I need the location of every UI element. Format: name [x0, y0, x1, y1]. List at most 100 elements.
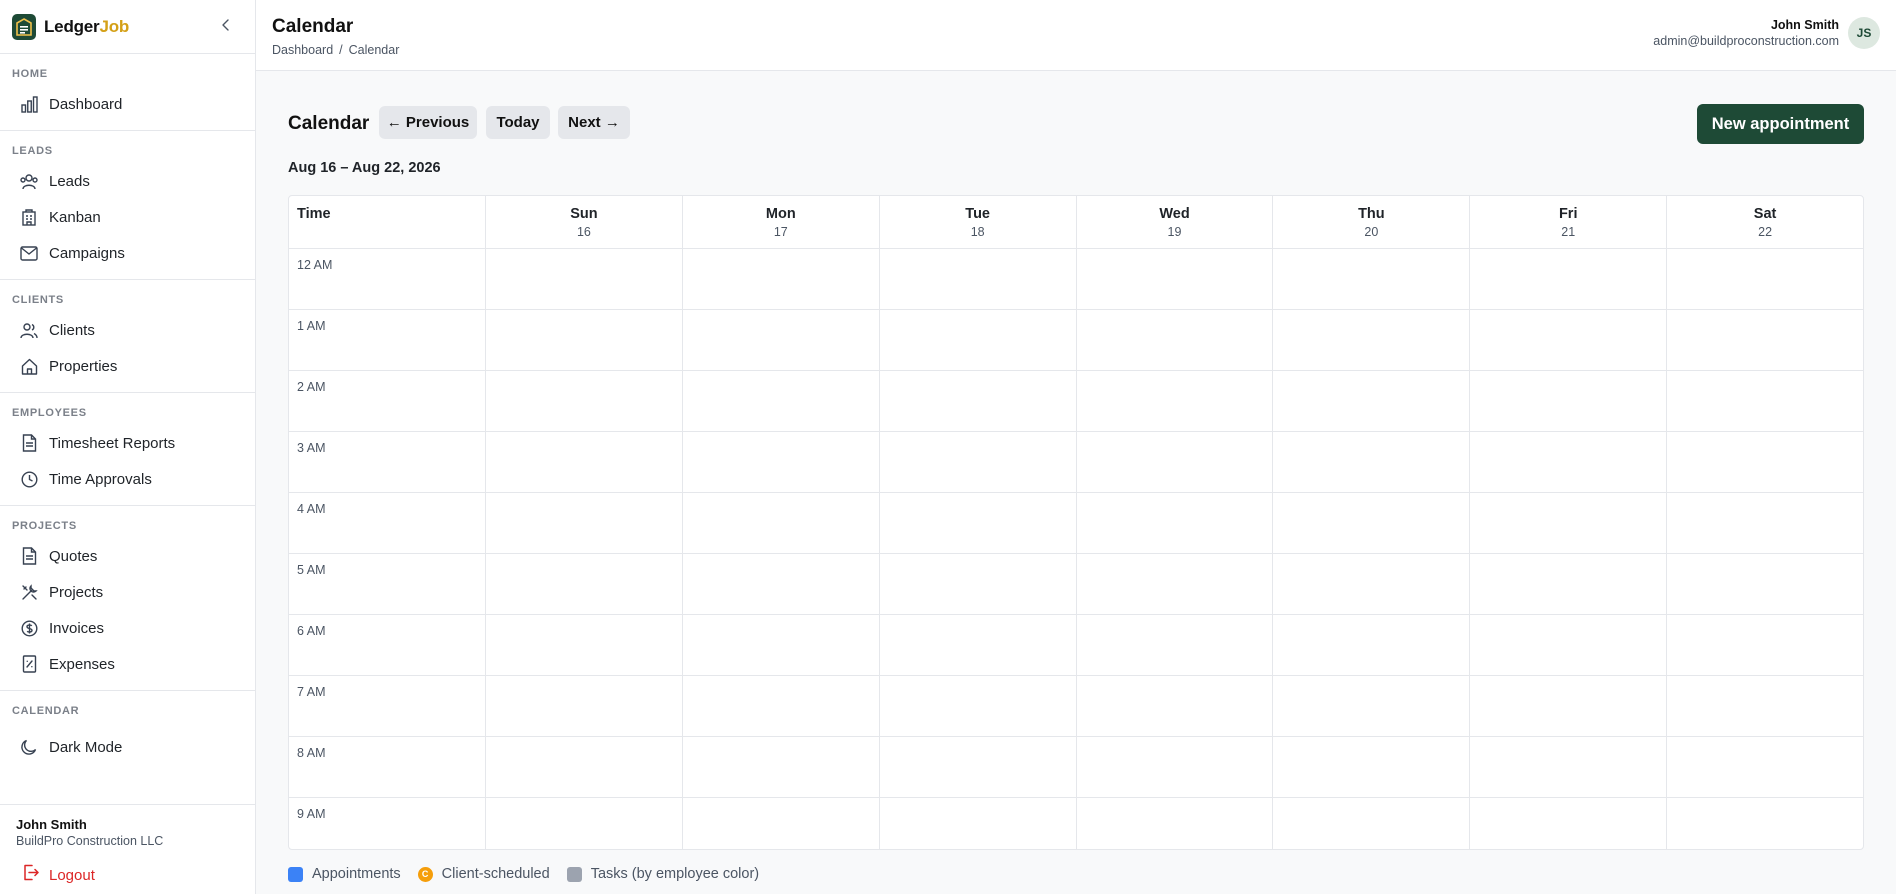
receipt-icon: [20, 655, 38, 673]
time-slot-cell[interactable]: [1273, 798, 1471, 849]
time-slot-cell[interactable]: [1273, 737, 1471, 797]
time-slot-cell[interactable]: [1470, 615, 1668, 675]
time-slot-cell[interactable]: [683, 737, 880, 797]
time-slot-cell[interactable]: [1470, 432, 1668, 492]
time-slot-cell[interactable]: [486, 249, 683, 309]
time-slot-cell[interactable]: [1273, 615, 1471, 675]
time-slot-cell[interactable]: [486, 737, 683, 797]
time-slot-cell[interactable]: [1667, 310, 1863, 370]
time-slot-cell[interactable]: [1667, 493, 1863, 553]
time-slot-cell[interactable]: [486, 798, 683, 849]
brand-header: LedgerJob: [0, 0, 255, 54]
time-slot-cell[interactable]: [1667, 554, 1863, 614]
user-menu[interactable]: John Smith admin@buildproconstruction.co…: [1653, 17, 1880, 49]
time-slot-cell[interactable]: [1077, 737, 1274, 797]
time-slot-cell[interactable]: [683, 493, 880, 553]
time-slot-cell[interactable]: [1077, 371, 1274, 431]
time-slot-cell[interactable]: [683, 615, 880, 675]
time-slot-cell[interactable]: [1273, 310, 1471, 370]
time-slot-cell[interactable]: [486, 310, 683, 370]
time-slot-cell[interactable]: [486, 432, 683, 492]
time-slot-cell[interactable]: [880, 676, 1077, 736]
time-slot-cell[interactable]: [1667, 615, 1863, 675]
time-slot-cell[interactable]: [1273, 371, 1471, 431]
time-slot-cell[interactable]: [880, 615, 1077, 675]
time-slot-cell[interactable]: [1667, 371, 1863, 431]
time-slot-cell[interactable]: [880, 371, 1077, 431]
sidebar-item-invoices[interactable]: Invoices: [0, 610, 255, 646]
time-slot-cell[interactable]: [683, 249, 880, 309]
time-slot-cell[interactable]: [1077, 432, 1274, 492]
time-slot-cell[interactable]: [1077, 493, 1274, 553]
time-slot-cell[interactable]: [683, 554, 880, 614]
time-slot-cell[interactable]: [683, 310, 880, 370]
sidebar-item-leads[interactable]: Leads: [0, 163, 255, 199]
new-appointment-button[interactable]: New appointment: [1697, 104, 1864, 144]
time-slot-cell[interactable]: [880, 249, 1077, 309]
time-slot-cell[interactable]: [1077, 615, 1274, 675]
sidebar-item-label: Quotes: [49, 547, 98, 565]
logout-button[interactable]: Logout: [16, 862, 239, 888]
sidebar-item-projects[interactable]: Projects: [0, 574, 255, 610]
sidebar-item-timesheet-reports[interactable]: Timesheet Reports: [0, 425, 255, 461]
time-slot-cell[interactable]: [1667, 432, 1863, 492]
time-slot-cell[interactable]: [486, 371, 683, 431]
users-icon: [20, 172, 38, 190]
sidebar-item-campaigns[interactable]: Campaigns: [0, 235, 255, 271]
time-slot-cell[interactable]: [1077, 310, 1274, 370]
time-slot-cell[interactable]: [486, 676, 683, 736]
time-slot-cell[interactable]: [880, 493, 1077, 553]
collapse-sidebar-button[interactable]: [215, 16, 237, 38]
sidebar-item-properties[interactable]: Properties: [0, 348, 255, 384]
time-slot-cell[interactable]: [1470, 798, 1668, 849]
time-slot-cell[interactable]: [1470, 493, 1668, 553]
time-slot-cell[interactable]: [1667, 798, 1863, 849]
time-slot-cell[interactable]: [683, 371, 880, 431]
time-slot-cell[interactable]: [880, 554, 1077, 614]
time-slot-cell[interactable]: [880, 798, 1077, 849]
time-slot-cell[interactable]: [1470, 371, 1668, 431]
time-slot-cell[interactable]: [1470, 310, 1668, 370]
time-slot-cell[interactable]: [1077, 554, 1274, 614]
sidebar-item-dashboard[interactable]: Dashboard: [0, 86, 255, 122]
time-slot-cell[interactable]: [1273, 676, 1471, 736]
time-slot-cell[interactable]: [1470, 737, 1668, 797]
sidebar-item-expenses[interactable]: Expenses: [0, 646, 255, 682]
sidebar-item-time-approvals[interactable]: Time Approvals: [0, 461, 255, 497]
today-button[interactable]: Today: [486, 106, 550, 139]
time-slot-cell[interactable]: [1667, 737, 1863, 797]
logout-label: Logout: [49, 866, 95, 884]
time-slot-cell[interactable]: [683, 798, 880, 849]
time-slot-cell[interactable]: [486, 554, 683, 614]
dark-mode-toggle[interactable]: Dark Mode: [0, 729, 255, 765]
time-slot-cell[interactable]: [1470, 676, 1668, 736]
nav-heading-clients: CLIENTS: [12, 294, 64, 306]
sidebar-item-kanban[interactable]: Kanban: [0, 199, 255, 235]
time-slot-cell[interactable]: [1273, 493, 1471, 553]
time-slot-cell[interactable]: [880, 310, 1077, 370]
avatar[interactable]: JS: [1848, 17, 1880, 49]
sidebar-item-quotes[interactable]: Quotes: [0, 538, 255, 574]
time-slot-cell[interactable]: [1470, 554, 1668, 614]
time-slot-cell[interactable]: [1077, 249, 1274, 309]
time-slot-cell[interactable]: [1077, 676, 1274, 736]
time-slot-cell[interactable]: [1667, 676, 1863, 736]
breadcrumb-dashboard-link[interactable]: Dashboard: [272, 43, 333, 57]
time-slot-cell[interactable]: [1667, 249, 1863, 309]
day-header-wed: Wed 19: [1077, 196, 1274, 248]
time-slot-cell[interactable]: [1470, 249, 1668, 309]
time-slot-cell[interactable]: [880, 737, 1077, 797]
previous-week-button[interactable]: ← Previous: [379, 106, 477, 139]
time-slot-cell[interactable]: [683, 676, 880, 736]
time-slot-cell[interactable]: [683, 432, 880, 492]
sidebar-item-clients[interactable]: Clients: [0, 312, 255, 348]
time-slot-cell[interactable]: [486, 493, 683, 553]
time-slot-cell[interactable]: [1273, 432, 1471, 492]
time-slot-cell[interactable]: [1077, 798, 1274, 849]
time-slot-cell[interactable]: [1273, 554, 1471, 614]
next-week-button[interactable]: Next →: [558, 106, 630, 139]
time-slot-cell[interactable]: [486, 615, 683, 675]
nav-heading-leads: LEADS: [12, 145, 53, 157]
time-slot-cell[interactable]: [880, 432, 1077, 492]
time-slot-cell[interactable]: [1273, 249, 1471, 309]
